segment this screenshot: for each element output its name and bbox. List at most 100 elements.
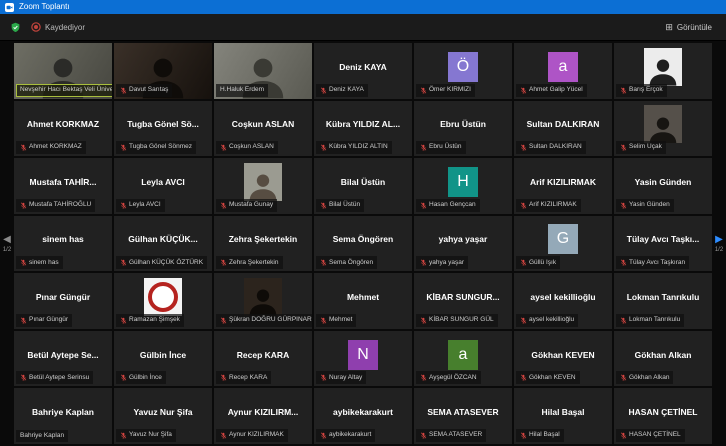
- participant-tile[interactable]: MehmetMehmet: [314, 273, 412, 329]
- participant-name-label: Mustafa TAHİROĞLU: [16, 199, 95, 212]
- participant-tile[interactable]: Barış Erçok: [614, 43, 712, 99]
- participant-tile[interactable]: Yasin GündenYasin Günden: [614, 158, 712, 214]
- participant-center-name: Aynur KIZILIRM...: [224, 407, 303, 417]
- participant-name-label: SEMA ATASEVER: [416, 429, 486, 442]
- participant-tile[interactable]: Ramazan Şimşek: [114, 273, 212, 329]
- participant-name: Tülay Avcı Taşkıran: [629, 260, 685, 267]
- participant-name-label: Şükran DOĞRU GÜRPINAR: [216, 314, 312, 327]
- participant-name: Kübra YILDIZ ALTIN: [329, 144, 388, 151]
- participant-name-label: Ebru Üstün: [416, 141, 466, 154]
- participant-name: Bilal Üstün: [329, 202, 360, 209]
- participant-tile[interactable]: KİBAR SUNGUR...KİBAR SUNGUR GÜL: [414, 273, 512, 329]
- participant-grid: Nevşehir Hacı Bektaş Veli Üniversi...Dav…: [14, 43, 712, 444]
- participant-name: Ramazan Şimşek: [129, 317, 180, 324]
- participant-tile[interactable]: Lokman TanrıkuluLokman Tanrıkulu: [614, 273, 712, 329]
- participant-tile[interactable]: Selim Uçak: [614, 101, 712, 157]
- next-page-button[interactable]: ▶ 1/2: [712, 235, 726, 253]
- participant-tile[interactable]: Gülhan KÜÇÜK...Gülhan KÜÇÜK ÖZTÜRK: [114, 216, 212, 272]
- mic-off-icon: [620, 202, 627, 209]
- participant-name: Gökhan Alkan: [629, 375, 669, 382]
- participant-tile[interactable]: Gökhan KEVEN Gökhan KEVEN: [514, 331, 612, 387]
- participant-center-name: Yasin Günden: [631, 177, 696, 187]
- participant-name: Mustafa TAHİROĞLU: [29, 202, 91, 209]
- participant-name: Gülbin İnce: [129, 375, 162, 382]
- participant-tile[interactable]: Pınar GüngürPınar Güngür: [14, 273, 112, 329]
- participant-center-name: aysel kekillioğlu: [526, 292, 599, 302]
- participant-name-label: Sultan DALKIRAN: [516, 141, 586, 154]
- participant-tile[interactable]: aysel kekillioğluaysel kekillioğlu: [514, 273, 612, 329]
- recording-indicator[interactable]: Kaydediyor: [31, 22, 85, 32]
- view-button[interactable]: ⊞ Görüntüle: [661, 21, 716, 34]
- participant-center-name: SEMA ATASEVER: [423, 407, 502, 417]
- participant-tile[interactable]: Mustafa TAHİR...Mustafa TAHİROĞLU: [14, 158, 112, 214]
- participant-tile[interactable]: Kübra YILDIZ AL... Kübra YILDIZ ALTIN: [314, 101, 412, 157]
- participant-tile[interactable]: Sultan DALKIRANSultan DALKIRAN: [514, 101, 612, 157]
- participant-tile[interactable]: SEMA ATASEVER SEMA ATASEVER: [414, 388, 512, 444]
- mic-off-icon: [520, 432, 527, 439]
- participant-tile[interactable]: Betül Aytepe Se...Betül Aytepe Serinsu: [14, 331, 112, 387]
- participant-tile[interactable]: aybikekarakurtaybikekarakurt: [314, 388, 412, 444]
- mic-off-icon: [520, 259, 527, 266]
- participant-center-name: Kübra YILDIZ AL...: [322, 119, 404, 129]
- window-title: Zoom Toplantı: [19, 3, 70, 11]
- participant-tile[interactable]: Nevşehir Hacı Bektaş Veli Üniversi...: [14, 43, 112, 99]
- participant-tile[interactable]: HHasan Gençcan: [414, 158, 512, 214]
- participant-name: HASAN ÇETİNEL: [629, 432, 681, 439]
- participant-tile[interactable]: aAyşegül ÖZCAN: [414, 331, 512, 387]
- mic-off-icon: [20, 259, 27, 266]
- participant-tile[interactable]: yahya yaşaryahya yaşar: [414, 216, 512, 272]
- participant-name: Tugba Gönel Sönmez: [129, 144, 192, 151]
- participant-tile[interactable]: HASAN ÇETİNELHASAN ÇETİNEL: [614, 388, 712, 444]
- participant-name: Şükran DOĞRU GÜRPINAR: [229, 317, 312, 324]
- participant-tile[interactable]: sinem hassinem has: [14, 216, 112, 272]
- mic-off-icon: [220, 144, 227, 151]
- participant-tile[interactable]: Şükran DOĞRU GÜRPINAR: [214, 273, 312, 329]
- mic-off-icon: [420, 87, 427, 94]
- participant-tile[interactable]: Tugba Gönel Sö...Tugba Gönel Sönmez: [114, 101, 212, 157]
- mic-off-icon: [220, 432, 227, 439]
- security-shield-icon[interactable]: [10, 22, 21, 33]
- participant-tile[interactable]: H.Haluk Erdem: [214, 43, 312, 99]
- participant-tile[interactable]: Mustafa Gunay: [214, 158, 312, 214]
- participant-tile[interactable]: Davut Sarıtaş: [114, 43, 212, 99]
- participant-name-label: Lokman Tanrıkulu: [616, 314, 684, 327]
- participant-name: Nuray Altay: [329, 375, 362, 382]
- participant-tile[interactable]: Arif KIZILIRMAKArif KIZILIRMAK: [514, 158, 612, 214]
- prev-arrow-icon: ◀: [3, 235, 11, 245]
- participant-name-label: Bilal Üstün: [316, 199, 364, 212]
- mic-off-icon: [20, 374, 27, 381]
- participant-name: SEMA ATASEVER: [429, 432, 482, 439]
- participant-center-name: sinem has: [38, 234, 88, 244]
- participant-tile[interactable]: Bilal ÜstünBilal Üstün: [314, 158, 412, 214]
- participant-name: Hilal Başal: [529, 432, 560, 439]
- participant-center-name: Gökhan KEVEN: [527, 350, 598, 360]
- mic-off-icon: [420, 374, 427, 381]
- participant-name-label: Gökhan KEVEN: [516, 371, 580, 384]
- participant-tile[interactable]: Hilal BaşalHilal Başal: [514, 388, 612, 444]
- mic-off-icon: [120, 144, 127, 151]
- participant-photo-avatar: [644, 48, 682, 86]
- prev-page-button[interactable]: ◀ 1/2: [0, 235, 14, 253]
- participant-tile[interactable]: ÖÖmer KIRMIZI: [414, 43, 512, 99]
- participant-tile[interactable]: Ebru ÜstünEbru Üstün: [414, 101, 512, 157]
- participant-name: Barış Erçok: [629, 87, 663, 94]
- participant-tile[interactable]: Bahriye KaplanBahriye Kaplan: [14, 388, 112, 444]
- participant-tile[interactable]: Gökhan AlkanGökhan Alkan: [614, 331, 712, 387]
- recording-dot-icon: [31, 22, 41, 32]
- participant-tile[interactable]: Yavuz Nur ŞifaYavuz Nur Şifa: [114, 388, 212, 444]
- participant-tile[interactable]: Sema ÖngörenSema Öngören: [314, 216, 412, 272]
- participant-tile[interactable]: Coşkun ASLANCoşkun ASLAN: [214, 101, 312, 157]
- meeting-toolbar: Kaydediyor ⊞ Görüntüle: [0, 14, 726, 41]
- participant-tile[interactable]: Ahmet KORKMAZAhmet KORKMAZ: [14, 101, 112, 157]
- participant-center-name: Leyla AVCI: [137, 177, 188, 187]
- participant-tile[interactable]: Leyla AVCILeyla AVCI: [114, 158, 212, 214]
- participant-tile[interactable]: Recep KARARecep KARA: [214, 331, 312, 387]
- participant-tile[interactable]: Tülay Avcı Taşkı...Tülay Avcı Taşkıran: [614, 216, 712, 272]
- participant-tile[interactable]: Deniz KAYADeniz KAYA: [314, 43, 412, 99]
- participant-tile[interactable]: Gülbin İnceGülbin İnce: [114, 331, 212, 387]
- participant-tile[interactable]: GGüllü Işık: [514, 216, 612, 272]
- participant-tile[interactable]: NNuray Altay: [314, 331, 412, 387]
- participant-tile[interactable]: aAhmet Galip Yücel: [514, 43, 612, 99]
- participant-tile[interactable]: Aynur KIZILIRM...Aynur KIZILIRMAK: [214, 388, 312, 444]
- participant-tile[interactable]: Zehra ŞekertekinZehra Şekertekin: [214, 216, 312, 272]
